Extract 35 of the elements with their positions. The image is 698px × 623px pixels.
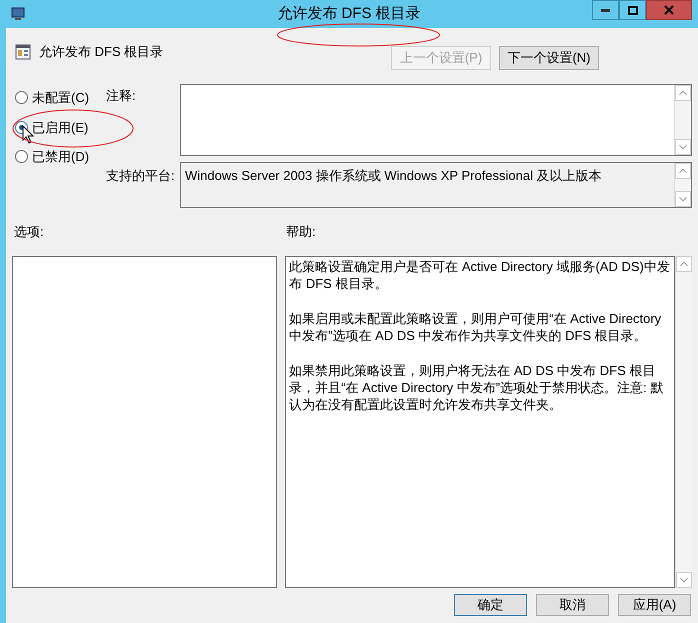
mouse-cursor-icon <box>22 125 34 144</box>
help-paragraph: 如果禁用此策略设置，则用户将无法在 AD DS 中发布 DFS 根目录，并且“在 Active Directory 中发布”选项处于禁用状态。注意: 默认为在没有配置此设置时允许发布共享文件夹。 <box>289 362 664 412</box>
platform-text: Windows Server 2003 操作系统或 Windows XP Professional 及以上版本 <box>184 167 603 185</box>
dialog-button[interactable]: 确定 <box>454 594 527 616</box>
radio-option[interactable]: 未配置(C) <box>15 88 106 108</box>
nav-button[interactable]: 下一个设置(N) <box>499 46 599 70</box>
radio-option[interactable]: 已禁用(D) <box>15 147 106 166</box>
scrollbar[interactable] <box>675 256 692 588</box>
maximize-button[interactable] <box>619 0 646 20</box>
scroll-down-icon[interactable] <box>676 572 692 588</box>
window-title: 允许发布 DFS 根目录 <box>277 4 421 24</box>
comment-label: 注释: <box>106 87 137 105</box>
close-button[interactable] <box>646 0 692 20</box>
scroll-up-icon[interactable] <box>676 256 692 272</box>
options-label: 选项: <box>13 223 45 241</box>
scrollbar[interactable] <box>674 85 691 155</box>
platform-label: 支持的平台: <box>106 167 176 185</box>
app-icon <box>10 6 26 22</box>
help-paragraph: 如果启用或未配置此策略设置，则用户可使用“在 Active Directory 中发布”选项在 AD DS 中发布作为共享文件夹的 DFS 根目录。 <box>289 310 662 344</box>
radio-button[interactable] <box>15 91 28 104</box>
scroll-up-icon[interactable] <box>675 85 691 101</box>
policy-name: 允许发布 DFS 根目录 <box>39 43 164 61</box>
scroll-up-icon[interactable] <box>675 163 691 179</box>
policy-icon <box>15 44 31 60</box>
comment-field[interactable] <box>180 84 692 156</box>
scroll-down-icon[interactable] <box>675 139 691 155</box>
dialog-button[interactable]: 应用(A) <box>618 594 691 616</box>
help-label: 帮助: <box>286 223 316 241</box>
scroll-down-icon[interactable] <box>675 191 691 207</box>
help-paragraph: 此策略设置确定用户是否可在 Active Directory 域服务(AD DS)中发布 DFS 根目录。 <box>289 258 670 292</box>
minimize-button[interactable] <box>592 0 619 20</box>
scrollbar[interactable] <box>674 163 691 207</box>
radio-button[interactable] <box>15 150 28 164</box>
close-icon <box>664 5 674 15</box>
dialog-button[interactable]: 取消 <box>536 594 609 616</box>
